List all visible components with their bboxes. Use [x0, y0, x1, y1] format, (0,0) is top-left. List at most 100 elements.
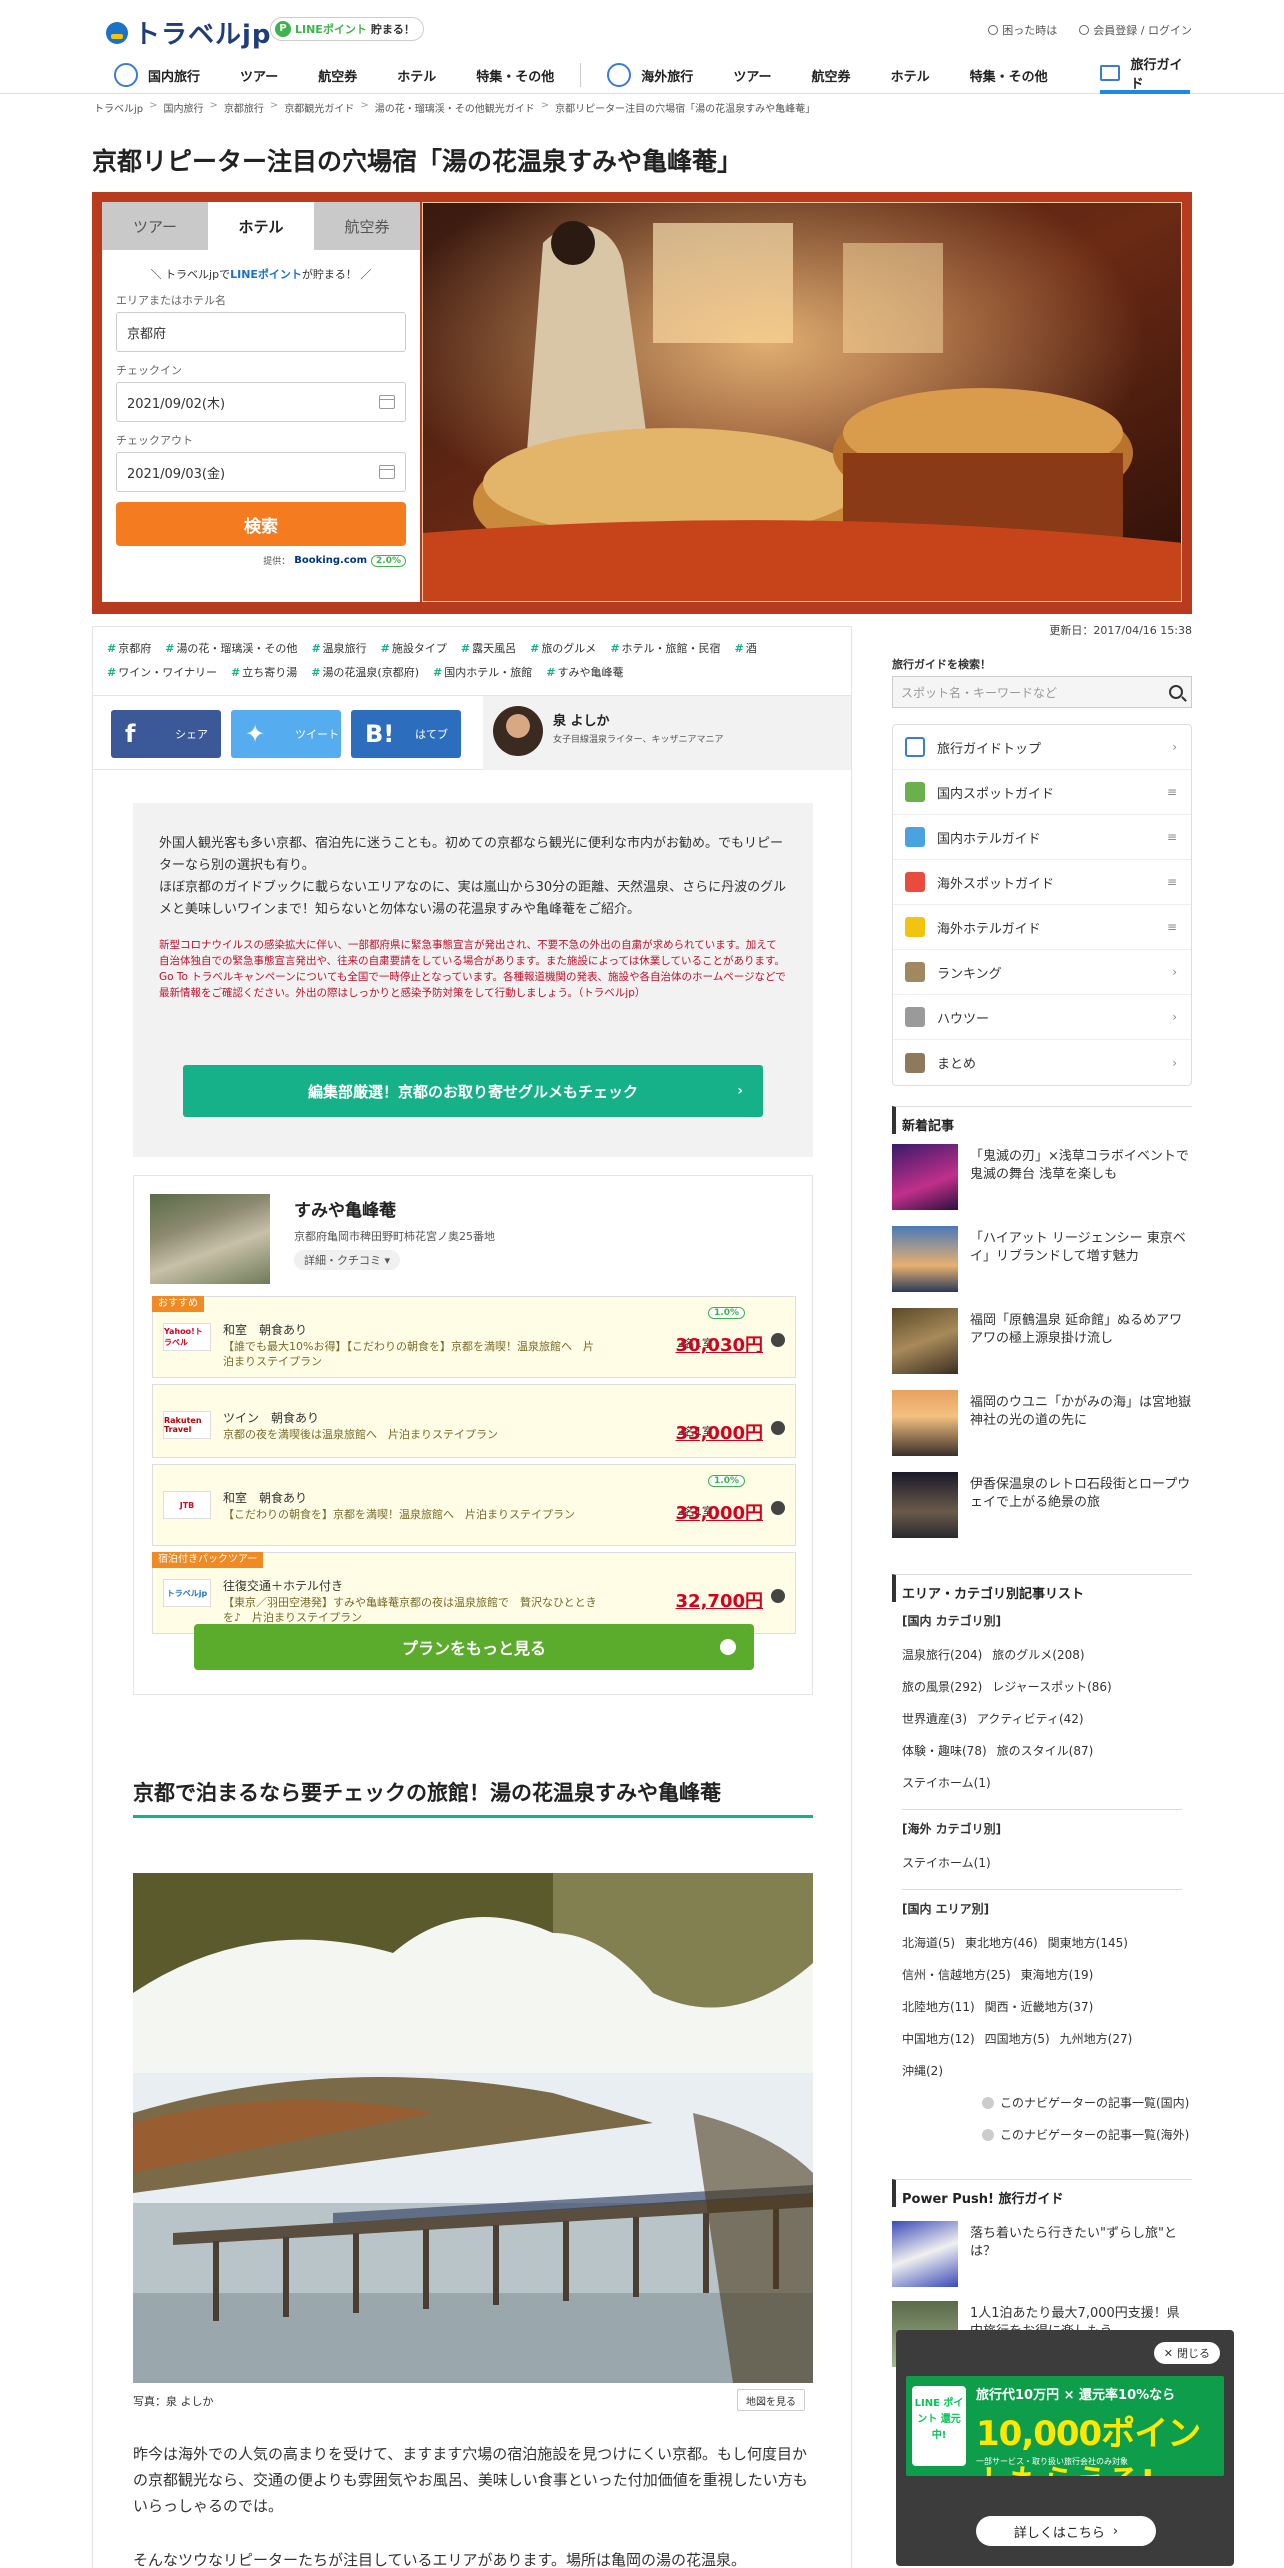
tag-link[interactable]: 温泉旅行 — [311, 642, 366, 655]
plan-item[interactable]: おすすめ Yahoo!トラベル 和室 朝食あり 【誰でも最大10%お得】【こだわ… — [152, 1296, 796, 1378]
nav-ovs-hotel[interactable]: ホテル — [871, 56, 950, 94]
close-ad-button[interactable]: ✕ 閉じる — [1153, 2342, 1220, 2364]
area-link[interactable]: 信州・信越地方(25) — [902, 1968, 1011, 1982]
breadcrumb-item[interactable]: 湯の花・瑠璃渓・その他観光ガイド — [375, 100, 535, 115]
category-link[interactable]: ステイホーム(1) — [902, 1856, 991, 1870]
nav-dom-hotel[interactable]: ホテル — [377, 56, 456, 94]
area-link[interactable]: 東海地方(19) — [1021, 1968, 1094, 1982]
tag-link[interactable]: 国内ホテル・旅館 — [433, 666, 532, 679]
line-points-banner[interactable]: LINE ポイント 還元中! 旅行代10万円 × 還元率10%なら 10,000… — [906, 2376, 1224, 2476]
category-link[interactable]: 旅の風景(292) — [902, 1680, 982, 1694]
author-box[interactable]: 泉 よしか 女子目線温泉ライター、キッザニアマニア — [483, 696, 851, 770]
breadcrumb-item[interactable]: 京都観光ガイド — [284, 100, 354, 115]
search-button[interactable]: 検索 — [116, 502, 406, 546]
help-link[interactable]: 困った時は — [988, 22, 1057, 38]
area-link[interactable]: 北陸地方(11) — [902, 2000, 975, 2014]
facebook-share-button[interactable]: f シェア — [111, 710, 221, 758]
tag-link[interactable]: 酒 — [735, 642, 757, 655]
checkin-input[interactable]: 2021/09/02(木) — [116, 382, 406, 422]
tag-link[interactable]: ワイン・ワイナリー — [107, 666, 217, 679]
calendar-icon[interactable] — [379, 465, 395, 479]
nav-ovs-tour[interactable]: ツアー — [713, 56, 791, 94]
tag-link[interactable]: すみや亀峰菴 — [546, 666, 623, 679]
hotel-name[interactable]: すみや亀峰菴 — [294, 1196, 396, 1221]
news-item[interactable]: 福岡「原鶴温泉 延命館」ぬるめアワアワの極上源泉掛け流し — [892, 1308, 1192, 1374]
area-link[interactable]: 東北地方(46) — [965, 1936, 1038, 1950]
plan-item[interactable]: JTB 和室 朝食あり 【こだわりの朝食を】京都を満喫！温泉旅館へ 片泊まりステ… — [152, 1464, 796, 1546]
calendar-icon[interactable] — [379, 395, 395, 409]
nav-overseas[interactable]: 海外旅行 — [587, 56, 713, 94]
nav-ovs-special[interactable]: 特集・その他 — [950, 56, 1068, 94]
tag-link[interactable]: 湯の花・瑠璃渓・その他 — [165, 642, 297, 655]
tag-link[interactable]: 京都府 — [107, 642, 151, 655]
tag-link[interactable]: ホテル・旅館・民宿 — [610, 642, 720, 655]
nav-dom-air[interactable]: 航空券 — [298, 56, 377, 94]
checkout-input[interactable]: 2021/09/03(金) — [116, 452, 406, 492]
tab-tour[interactable]: ツアー — [102, 202, 208, 250]
plan-item[interactable]: Rakuten Travel ツイン 朝食あり 京都の夜を満喫後は温泉旅館へ 片… — [152, 1384, 796, 1458]
plan-item[interactable]: 宿泊付きパックツアー トラベルjp 往復交通＋ホテル付き 【東京／羽田空港発】す… — [152, 1552, 796, 1634]
breadcrumb-item[interactable]: 京都旅行 — [224, 100, 264, 115]
go-arrow-icon[interactable] — [771, 1421, 785, 1435]
sidebar-item-overseas-spot[interactable]: 海外スポットガイド ≡ — [893, 860, 1191, 905]
sidebar-item-domestic-hotel[interactable]: 国内ホテルガイド ≡ — [893, 815, 1191, 860]
category-link[interactable]: 旅のスタイル(87) — [997, 1744, 1094, 1758]
tag-link[interactable]: 旅のグルメ — [530, 642, 596, 655]
sidebar-item-ranking[interactable]: ランキング › — [893, 950, 1191, 995]
tab-hotel[interactable]: ホテル — [208, 202, 314, 250]
nav-dom-special[interactable]: 特集・その他 — [456, 56, 574, 94]
login-link[interactable]: 会員登録 / ログイン — [1079, 22, 1192, 38]
tab-airline[interactable]: 航空券 — [314, 202, 420, 250]
hatena-bookmark-button[interactable]: B! はてブ — [351, 710, 461, 758]
area-link[interactable]: 北海道(5) — [902, 1936, 955, 1950]
tag-link[interactable]: 施設タイプ — [381, 642, 447, 655]
navigator-overseas-link[interactable]: このナビゲーターの記事一覧(海外) — [902, 2119, 1192, 2151]
area-input[interactable]: 京都府 — [116, 312, 406, 352]
go-arrow-icon[interactable] — [771, 1589, 785, 1603]
category-link[interactable]: アクティビティ(42) — [977, 1712, 1084, 1726]
nav-dom-tour[interactable]: ツアー — [220, 56, 298, 94]
breadcrumb-item[interactable]: トラベルjp — [94, 100, 143, 115]
guide-search-input[interactable]: スポット名・キーワードなど — [892, 676, 1192, 708]
category-link[interactable]: 体験・趣味(78) — [902, 1744, 987, 1758]
ad-detail-button[interactable]: 詳しくはこちら › — [976, 2516, 1156, 2546]
line-points-badge[interactable]: P LINEポイント 貯まる！ — [270, 17, 424, 41]
site-logo[interactable]: トラベルjp — [106, 14, 272, 51]
tag-link[interactable]: 湯の花温泉(京都府) — [311, 666, 419, 679]
plan-price[interactable]: 30,030円 — [676, 1331, 763, 1357]
news-item[interactable]: 「ハイアット リージェンシー 東京ベイ」リブランドして増す魅力 — [892, 1226, 1192, 1292]
sidebar-item-domestic-spot[interactable]: 国内スポットガイド ≡ — [893, 770, 1191, 815]
map-button[interactable]: 地図を見る — [737, 2389, 805, 2411]
area-link[interactable]: 関西・近畿地方(37) — [985, 2000, 1094, 2014]
go-arrow-icon[interactable] — [771, 1333, 785, 1347]
tag-link[interactable]: 立ち寄り湯 — [231, 666, 297, 679]
news-item[interactable]: 「鬼滅の刃」×浅草コラボイベントで鬼滅の舞台 浅草を楽しも — [892, 1144, 1192, 1210]
nav-domestic[interactable]: 国内旅行 — [94, 56, 220, 94]
plan-price[interactable]: 32,700円 — [676, 1587, 763, 1613]
category-link[interactable]: 旅のグルメ(208) — [992, 1648, 1084, 1662]
breadcrumb-item[interactable]: 国内旅行 — [164, 100, 204, 115]
more-plans-button[interactable]: プランをもっと見る — [194, 1624, 754, 1670]
category-link[interactable]: 世界遺産(3) — [902, 1712, 967, 1726]
plan-price[interactable]: 33,000円 — [676, 1419, 763, 1445]
area-link[interactable]: 中国地方(12) — [902, 2032, 975, 2046]
area-link[interactable]: 四国地方(5) — [985, 2032, 1050, 2046]
category-link[interactable]: レジャースポット(86) — [992, 1680, 1111, 1694]
news-item[interactable]: 福岡のウユニ「かがみの海」は宮地嶽神社の光の道の先に — [892, 1390, 1192, 1456]
search-icon[interactable] — [1169, 685, 1183, 699]
area-link[interactable]: 沖縄(2) — [902, 2064, 943, 2078]
navigator-domestic-link[interactable]: このナビゲーターの記事一覧(国内) — [902, 2087, 1192, 2119]
twitter-share-button[interactable]: ✦ ツイート — [231, 710, 341, 758]
category-link[interactable]: ステイホーム(1) — [902, 1776, 991, 1790]
sidebar-item-matome[interactable]: まとめ › — [893, 1040, 1191, 1085]
category-link[interactable]: 温泉旅行(204) — [902, 1648, 982, 1662]
sidebar-item-overseas-hotel[interactable]: 海外ホテルガイド ≡ — [893, 905, 1191, 950]
area-link[interactable]: 関東地方(145) — [1048, 1936, 1128, 1950]
sidebar-item-howto[interactable]: ハウツー › — [893, 995, 1191, 1040]
area-link[interactable]: 九州地方(27) — [1060, 2032, 1133, 2046]
push-item[interactable]: 落ち着いたら行きたい"ずらし旅"とは？ — [892, 2221, 1192, 2287]
nav-travel-guide[interactable]: 旅行ガイド — [1100, 56, 1190, 94]
nav-ovs-air[interactable]: 航空券 — [792, 56, 871, 94]
plan-price[interactable]: 33,000円 — [676, 1499, 763, 1525]
hotel-detail-link[interactable]: 詳細・クチコミ ▾ — [294, 1250, 401, 1270]
